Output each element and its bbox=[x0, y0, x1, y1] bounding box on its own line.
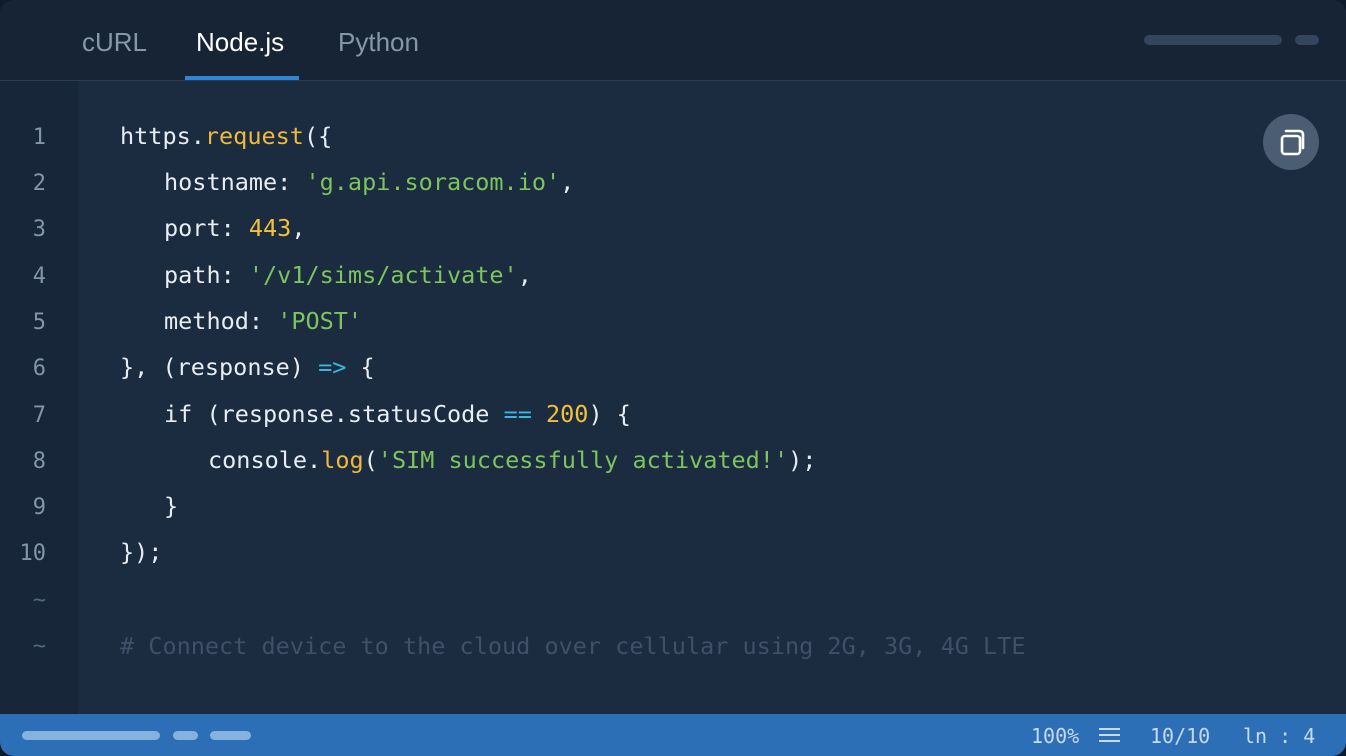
code-token: if (response.statusCode bbox=[164, 400, 504, 428]
line-number: 7 bbox=[32, 403, 46, 428]
code-token: log bbox=[321, 446, 364, 474]
code-token: port: bbox=[164, 214, 249, 242]
code-token: 443 bbox=[248, 214, 292, 242]
code-token: } bbox=[164, 492, 179, 520]
code-line: } bbox=[164, 492, 178, 520]
code-token: 'POST' bbox=[277, 307, 363, 335]
line-number: 6 bbox=[32, 356, 46, 381]
line-number: 9 bbox=[32, 495, 46, 520]
status-bar: 100% 10/10 ln : 4 bbox=[0, 714, 1346, 756]
line-number: 5 bbox=[32, 310, 46, 335]
tab-curl[interactable]: cURL bbox=[82, 0, 147, 80]
line-number: 8 bbox=[32, 449, 46, 474]
code-line: }); bbox=[120, 538, 162, 566]
line-number: 10 bbox=[19, 541, 47, 566]
cursor-position: ln : 4 bbox=[1243, 724, 1316, 748]
code-line: port: 443, bbox=[164, 214, 306, 242]
code-token: }); bbox=[120, 538, 163, 566]
code-token: https. bbox=[120, 122, 205, 150]
line-number: 1 bbox=[32, 125, 46, 150]
code-token: }, (response) bbox=[120, 353, 319, 381]
code-token: 'SIM successfully activated!' bbox=[377, 446, 789, 474]
code-token: hostname: bbox=[164, 168, 306, 196]
line-number-gutter: 1 2 3 4 5 6 7 8 9 10 ~ ~ bbox=[0, 81, 78, 714]
code-token: method: bbox=[164, 307, 278, 335]
code-token: path: bbox=[164, 261, 249, 289]
status-placeholder-bar bbox=[22, 731, 160, 740]
placeholder-bar bbox=[1144, 35, 1282, 45]
code-token: 'g.api.soracom.io' bbox=[305, 168, 561, 196]
code-line: if (response.statusCode == 200) { bbox=[164, 400, 631, 428]
code-token: ({ bbox=[303, 122, 333, 150]
status-placeholder-dot bbox=[173, 731, 198, 740]
empty-line-marker: ~ bbox=[32, 634, 46, 659]
placeholder-dot bbox=[1295, 35, 1319, 45]
code-token: 200 bbox=[546, 400, 589, 428]
zoom-level[interactable]: 100% bbox=[1031, 724, 1079, 748]
tab-python[interactable]: Python bbox=[338, 0, 419, 80]
code-token: ); bbox=[788, 446, 817, 474]
active-tab-indicator bbox=[185, 76, 299, 80]
code-line: }, (response) => { bbox=[120, 353, 375, 381]
menu-icon[interactable] bbox=[1099, 727, 1120, 743]
code-line: path: '/v1/sims/activate', bbox=[164, 261, 532, 289]
copy-button[interactable] bbox=[1263, 114, 1319, 170]
code-line: hostname: 'g.api.soracom.io', bbox=[164, 168, 574, 196]
code-line: method: 'POST' bbox=[164, 307, 362, 335]
code-token: console. bbox=[208, 446, 322, 474]
empty-line-marker: ~ bbox=[32, 588, 46, 613]
tab-bar: cURL Node.js Python bbox=[0, 0, 1346, 81]
code-token: , bbox=[560, 168, 575, 196]
copy-icon bbox=[1280, 129, 1305, 156]
code-line: console.log('SIM successfully activated!… bbox=[208, 446, 816, 474]
code-token: == bbox=[503, 400, 532, 428]
code-token: ) { bbox=[588, 400, 631, 428]
status-placeholder-dot bbox=[210, 731, 251, 740]
code-line: https.request({ bbox=[120, 122, 332, 150]
line-count: 10/10 bbox=[1150, 724, 1211, 748]
line-number: 4 bbox=[32, 264, 46, 289]
code-token: { bbox=[346, 353, 375, 381]
code-token: , bbox=[517, 261, 532, 289]
code-token: request bbox=[204, 122, 304, 150]
code-token: => bbox=[318, 353, 347, 381]
code-token: ( bbox=[363, 446, 378, 474]
tab-nodejs[interactable]: Node.js bbox=[196, 0, 284, 80]
code-window: cURL Node.js Python 1 2 3 4 5 6 7 8 9 10… bbox=[0, 0, 1346, 756]
code-token: '/v1/sims/activate' bbox=[248, 261, 518, 289]
line-number: 2 bbox=[32, 171, 46, 196]
code-token: , bbox=[291, 214, 306, 242]
code-comment: # Connect device to the cloud over cellu… bbox=[120, 632, 1026, 660]
line-number: 3 bbox=[32, 217, 46, 242]
